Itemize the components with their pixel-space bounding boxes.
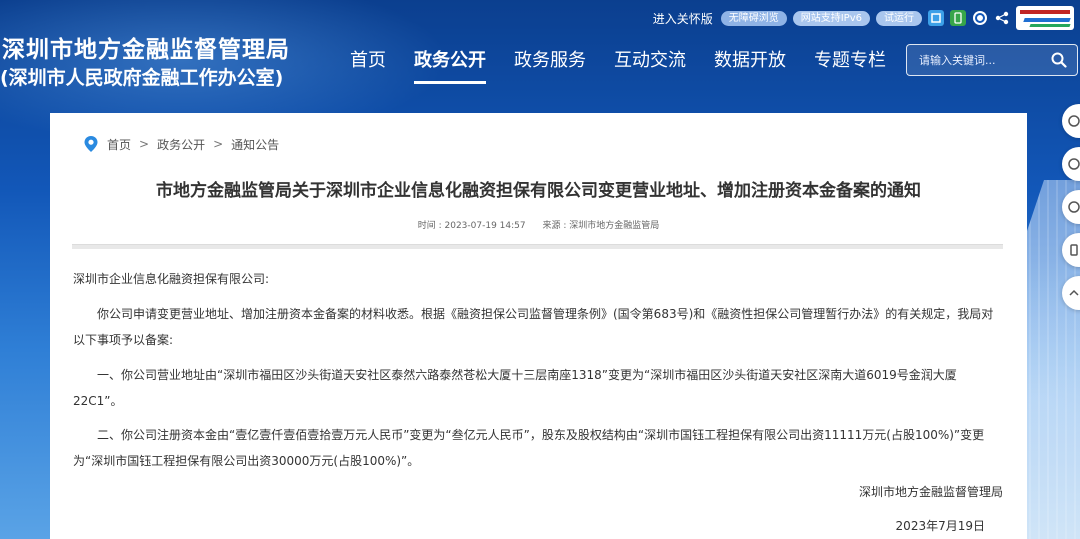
accessible-label: 无障碍浏览 [728,12,779,24]
arrow-up-icon [1069,289,1079,296]
search-icon[interactable] [1051,52,1067,68]
title-divider [72,244,1003,249]
weixin-icon[interactable] [972,10,988,26]
trial-badge: 试运行 [876,10,922,26]
weibo-icon[interactable] [928,10,944,26]
share-icon [1068,115,1080,127]
mobile-side-icon [1070,244,1078,256]
search-input[interactable] [919,53,1049,67]
side-tool-weixin[interactable] [1062,147,1080,181]
breadcrumb: 首页 > 政务公开 > 通知公告 [83,135,279,153]
article-card: 首页 > 政务公开 > 通知公告 市地方金融监管局关于深圳市企业信息化融资担保有… [50,113,1027,539]
article-time: 时间 : 2023-07-19 14:57 [417,221,526,231]
share-network-icon[interactable] [994,10,1010,26]
nav-interaction[interactable]: 互动交流 [600,46,700,82]
shenzhen-logo[interactable] [1016,6,1074,30]
nav-gov-services[interactable]: 政务服务 [500,46,600,82]
ipv6-badge: 网站支持IPv6 [792,10,870,26]
nav-gov-affairs-open[interactable]: 政务公开 [400,46,500,84]
side-tool-mobile[interactable] [1062,233,1080,267]
article-paragraph: 一、你公司营业地址由“深圳市福田区沙头街道天安社区泰然六路泰然苍松大厦十三层南座… [73,368,957,408]
site-subtitle: (深圳市人民政府金融工作办公室) [0,67,284,89]
breadcrumb-gov-affairs[interactable]: 政务公开 [157,136,205,153]
nav-open-data[interactable]: 数据开放 [700,46,800,82]
side-tool-share[interactable] [1062,104,1080,138]
search-box [906,44,1078,76]
main-nav: 首页 政务公开 政务服务 互动交流 数据开放 专题专栏 [336,46,900,84]
article-meta: 时间 : 2023-07-19 14:57 来源 : 深圳市地方金融监管局 [50,218,1027,231]
side-toolbar [1062,104,1080,310]
article-signature: 深圳市地方金融监督管理局 [858,485,1003,499]
breadcrumb-separator: > [139,137,150,151]
weixin-side-icon [1068,158,1080,170]
side-tool-weibo[interactable] [1062,190,1080,224]
breadcrumb-separator: > [213,137,224,151]
article-paragraph: 二、你公司注册资本金由“壹亿壹仟壹佰壹拾壹万元人民币”变更为“叁亿元人民币”，股… [73,428,985,468]
side-tool-back-to-top[interactable] [1062,276,1080,310]
article-title: 市地方金融监管局关于深圳市企业信息化融资担保有限公司变更营业地址、增加注册资本金… [156,181,921,201]
weibo-side-icon [1068,201,1080,213]
site-title: 深圳市地方金融监督管理局 [2,37,290,63]
mobile-app-icon[interactable] [950,10,966,26]
nav-special-topics[interactable]: 专题专栏 [800,46,900,82]
breadcrumb-notices[interactable]: 通知公告 [231,136,279,153]
utility-bar: 进入关怀版 无障碍浏览 网站支持IPv6 试运行 [653,6,1074,30]
care-mode-link[interactable]: 进入关怀版 [653,10,713,27]
article-source: 来源 : 深圳市地方金融监管局 [542,221,660,231]
location-pin-icon [84,136,98,152]
article-salutation: 深圳市企业信息化融资担保有限公司: [73,272,270,286]
breadcrumb-home[interactable]: 首页 [107,136,131,153]
accessible-browse-button[interactable]: 无障碍浏览 [720,10,787,26]
nav-home[interactable]: 首页 [336,46,400,82]
article-paragraph: 你公司申请变更营业地址、增加注册资本金备案的材料收悉。根据《融资担保公司监督管理… [73,307,994,347]
article-sign-date: 2023年7月19日 [895,519,985,533]
